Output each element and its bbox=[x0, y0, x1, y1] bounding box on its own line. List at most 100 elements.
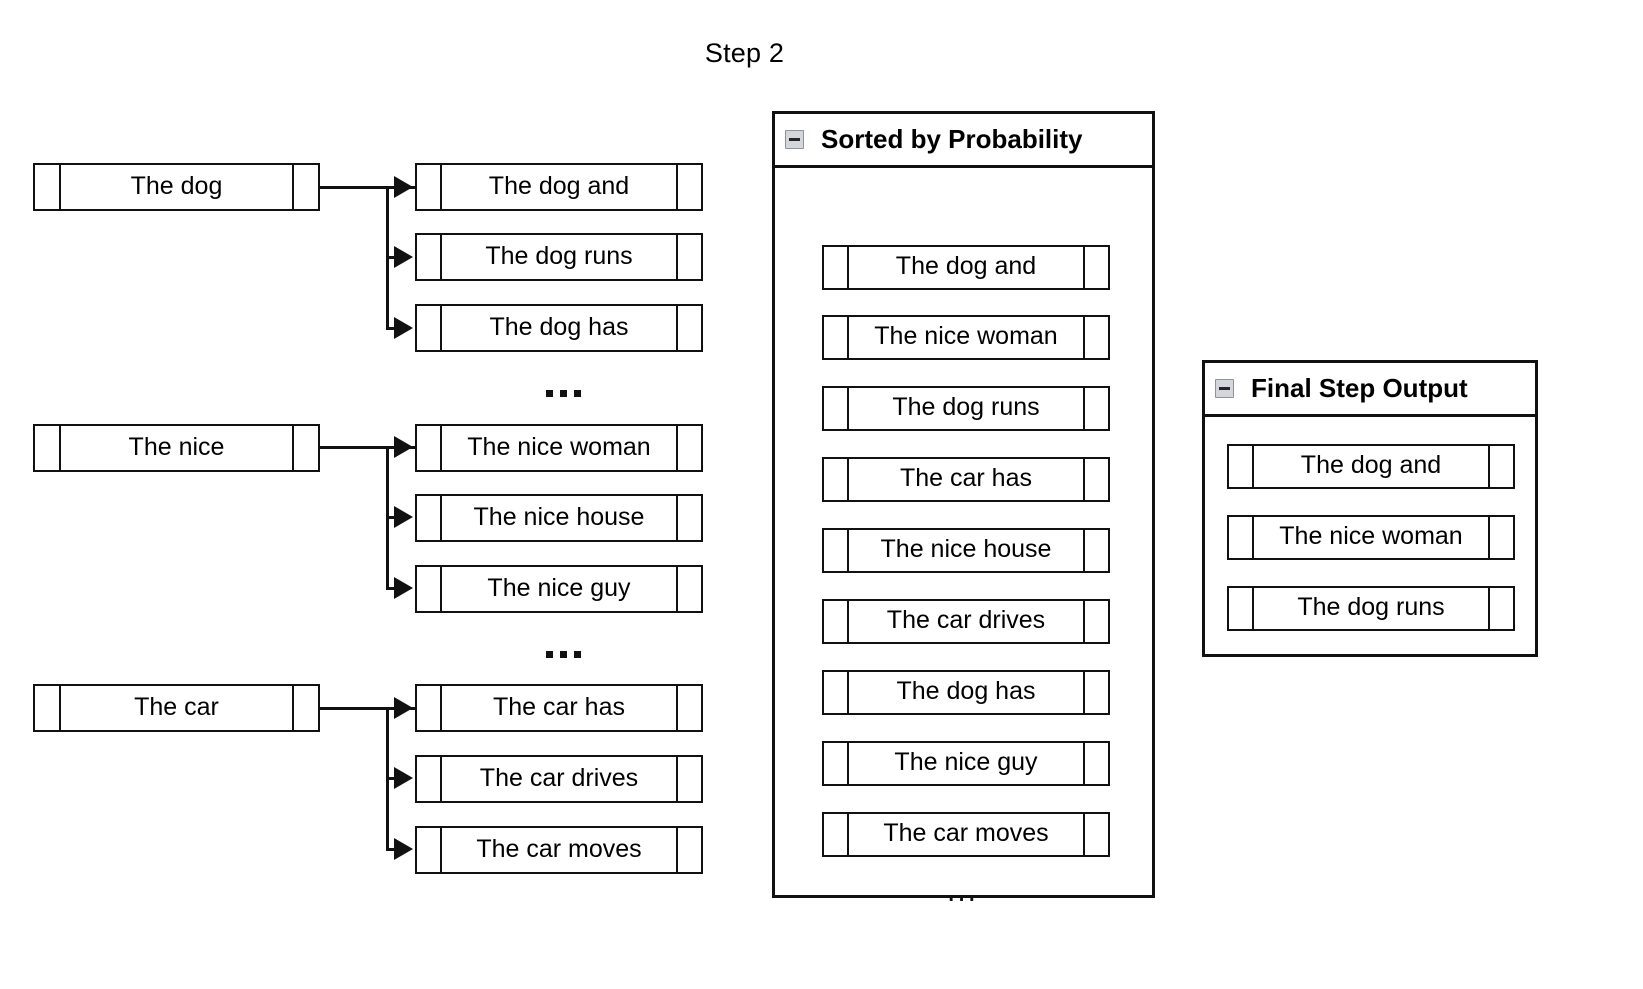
final-step-output-panel: Final Step Output The dog and The nice w… bbox=[1202, 360, 1538, 657]
expansion-box-label: The dog runs bbox=[485, 241, 633, 270]
box-right-cap bbox=[292, 426, 318, 470]
arrowhead-nice-2 bbox=[394, 506, 413, 528]
dot bbox=[546, 651, 553, 658]
sorted-panel-title: Sorted by Probability bbox=[821, 124, 1083, 154]
box-right-cap bbox=[1488, 588, 1513, 629]
expansion-box-nice-3[interactable]: The nice guy bbox=[415, 565, 703, 613]
box-right-cap bbox=[1083, 459, 1108, 500]
group-separator-dots-1 bbox=[546, 390, 581, 397]
box-left-cap bbox=[824, 672, 849, 713]
sorted-item-label: The dog has bbox=[896, 677, 1036, 705]
arrowhead-nice-3 bbox=[394, 577, 413, 599]
prefix-box-the-dog[interactable]: The dog bbox=[33, 163, 320, 211]
prefix-box-label: The car bbox=[134, 692, 219, 721]
box-right-cap bbox=[1083, 814, 1108, 855]
box-right-cap bbox=[1083, 601, 1108, 642]
expansion-box-nice-1[interactable]: The nice woman bbox=[415, 424, 703, 472]
box-left-cap bbox=[417, 165, 442, 209]
arrowhead-dog-1 bbox=[394, 176, 413, 198]
final-item-1[interactable]: The dog and bbox=[1227, 444, 1515, 489]
box-left-cap bbox=[417, 496, 442, 540]
final-item-3[interactable]: The dog runs bbox=[1227, 586, 1515, 631]
minus-glyph bbox=[789, 138, 800, 141]
box-right-cap bbox=[1083, 530, 1108, 571]
final-panel-title: Final Step Output bbox=[1251, 373, 1468, 403]
arrowhead-dog-3 bbox=[394, 317, 413, 339]
box-right-cap bbox=[676, 426, 701, 470]
box-left-cap bbox=[417, 828, 442, 872]
arrowhead-dog-2 bbox=[394, 246, 413, 268]
sorted-item-4[interactable]: The car has bbox=[822, 457, 1110, 502]
box-left-cap bbox=[35, 426, 61, 470]
sorted-item-label: The car moves bbox=[883, 819, 1049, 847]
box-right-cap bbox=[676, 496, 701, 540]
sorted-more-indicator: ... bbox=[947, 875, 979, 908]
expansion-box-label: The nice woman bbox=[467, 432, 651, 461]
page-title-text: Step 2 bbox=[704, 38, 785, 68]
box-right-cap bbox=[1083, 672, 1108, 713]
box-left-cap bbox=[417, 567, 442, 611]
sorted-item-label: The nice woman bbox=[874, 322, 1058, 350]
final-item-2[interactable]: The nice woman bbox=[1227, 515, 1515, 560]
box-right-cap bbox=[676, 235, 701, 279]
box-left-cap bbox=[417, 686, 442, 730]
arrowhead-nice-1 bbox=[394, 436, 413, 458]
prefix-box-the-nice[interactable]: The nice bbox=[33, 424, 320, 472]
arrowhead-car-2 bbox=[394, 767, 413, 789]
arrowhead-car-3 bbox=[394, 838, 413, 860]
box-left-cap bbox=[35, 686, 61, 730]
box-right-cap bbox=[1083, 743, 1108, 784]
prefix-box-the-car[interactable]: The car bbox=[33, 684, 320, 732]
sorted-item-9[interactable]: The car moves bbox=[822, 812, 1110, 857]
sorted-item-2[interactable]: The nice woman bbox=[822, 315, 1110, 360]
expansion-box-car-3[interactable]: The car moves bbox=[415, 826, 703, 874]
box-left-cap bbox=[417, 306, 442, 350]
box-left-cap bbox=[824, 743, 849, 784]
box-left-cap bbox=[824, 317, 849, 358]
expansion-box-dog-3[interactable]: The dog has bbox=[415, 304, 703, 352]
sorted-item-8[interactable]: The nice guy bbox=[822, 741, 1110, 786]
box-right-cap bbox=[292, 165, 318, 209]
sorted-item-label: The nice house bbox=[880, 535, 1052, 563]
box-left-cap bbox=[1229, 588, 1254, 629]
box-right-cap bbox=[1488, 517, 1513, 558]
box-right-cap bbox=[676, 306, 701, 350]
expansion-box-car-2[interactable]: The car drives bbox=[415, 755, 703, 803]
dot bbox=[560, 390, 567, 397]
sorted-item-1[interactable]: The dog and bbox=[822, 245, 1110, 290]
sorted-item-6[interactable]: The car drives bbox=[822, 599, 1110, 644]
final-panel-header[interactable]: Final Step Output bbox=[1205, 363, 1535, 417]
minus-icon[interactable] bbox=[1215, 379, 1234, 398]
minus-glyph bbox=[1219, 387, 1230, 390]
sorted-item-5[interactable]: The nice house bbox=[822, 528, 1110, 573]
final-item-label: The dog and bbox=[1300, 451, 1442, 479]
box-left-cap bbox=[417, 426, 442, 470]
expansion-box-label: The nice house bbox=[473, 502, 645, 531]
expansion-box-label: The dog and bbox=[488, 171, 630, 200]
box-right-cap bbox=[292, 686, 318, 730]
sorted-item-7[interactable]: The dog has bbox=[822, 670, 1110, 715]
box-right-cap bbox=[1488, 446, 1513, 487]
expansion-box-dog-2[interactable]: The dog runs bbox=[415, 233, 703, 281]
sorted-item-label: The car drives bbox=[886, 606, 1046, 634]
box-left-cap bbox=[824, 530, 849, 571]
expansion-box-car-1[interactable]: The car has bbox=[415, 684, 703, 732]
box-right-cap bbox=[676, 828, 701, 872]
expansion-box-label: The nice guy bbox=[487, 573, 631, 602]
expansion-box-label: The dog has bbox=[489, 312, 629, 341]
minus-icon[interactable] bbox=[785, 130, 804, 149]
expansion-box-nice-2[interactable]: The nice house bbox=[415, 494, 703, 542]
expansion-box-label: The car has bbox=[492, 692, 625, 721]
sorted-item-label: The dog runs bbox=[892, 393, 1040, 421]
box-left-cap bbox=[1229, 517, 1254, 558]
expansion-box-label: The car moves bbox=[476, 834, 642, 863]
sorted-item-label: The dog and bbox=[895, 252, 1037, 280]
box-right-cap bbox=[676, 686, 701, 730]
box-right-cap bbox=[1083, 317, 1108, 358]
sorted-item-3[interactable]: The dog runs bbox=[822, 386, 1110, 431]
expansion-box-dog-1[interactable]: The dog and bbox=[415, 163, 703, 211]
prefix-box-label: The nice bbox=[128, 432, 225, 461]
sorted-item-label: The car has bbox=[899, 464, 1032, 492]
sorted-panel-header[interactable]: Sorted by Probability bbox=[775, 114, 1152, 168]
dot bbox=[574, 651, 581, 658]
